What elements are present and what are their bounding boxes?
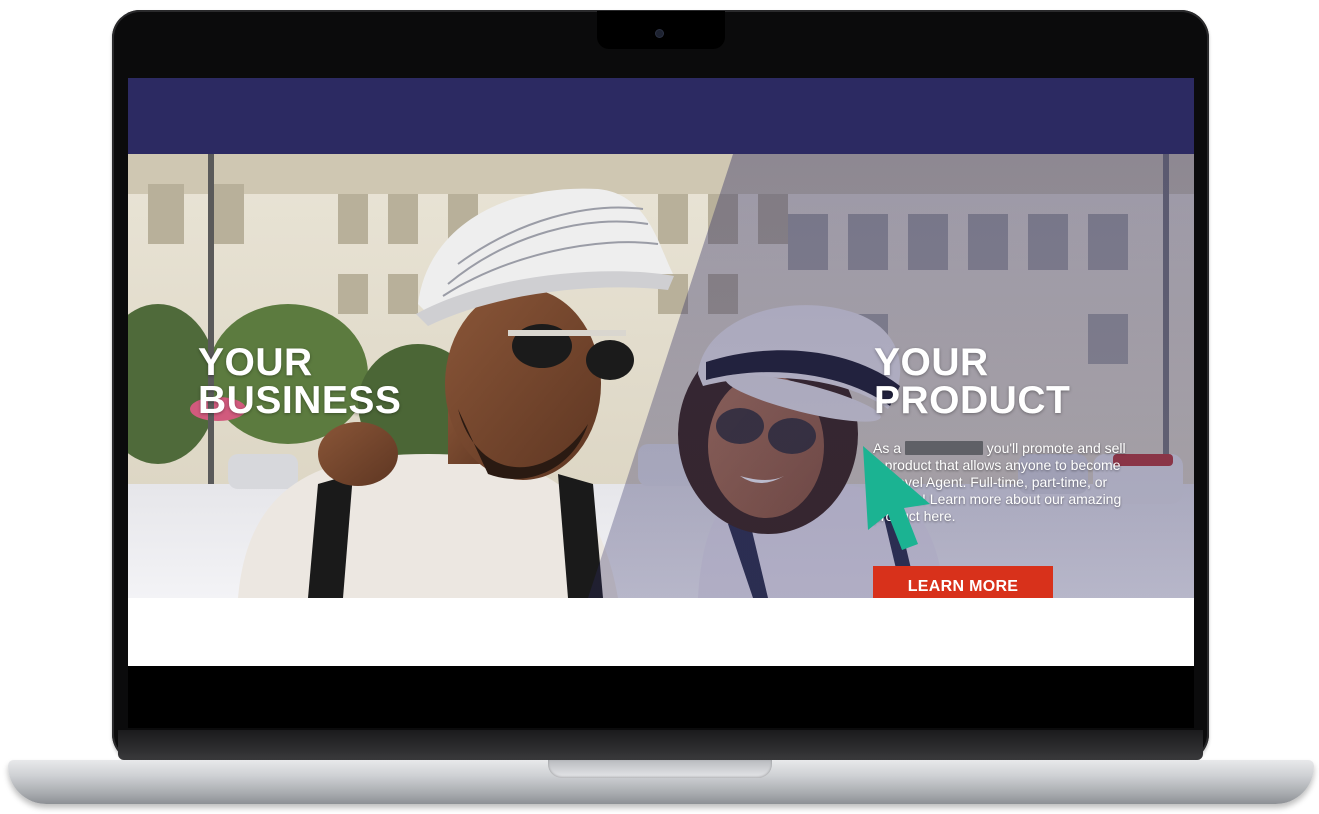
product-headline-line1: YOUR	[874, 341, 989, 384]
laptop-screen: YOUR BUSINESS YOUR PRODUCT As a you'll p…	[128, 78, 1194, 666]
learn-more-button[interactable]: LEARN MORE	[873, 566, 1053, 598]
hero-banner: YOUR BUSINESS YOUR PRODUCT As a you'll p…	[128, 154, 1194, 598]
cursor-arrow-icon	[863, 446, 930, 550]
business-headline: YOUR BUSINESS	[198, 341, 402, 422]
business-headline-line1: YOUR	[198, 341, 313, 384]
webcam-icon	[656, 30, 663, 37]
laptop-hinge	[118, 730, 1203, 760]
screen-bottom-bezel	[128, 666, 1194, 728]
business-headline-line2: BUSINESS	[198, 379, 402, 422]
laptop-opening-notch	[548, 760, 772, 778]
product-headline-line2: PRODUCT	[874, 379, 1071, 422]
content-area	[128, 598, 1194, 666]
product-headline: YOUR PRODUCT	[874, 341, 1071, 422]
site-header-bar	[128, 78, 1194, 154]
